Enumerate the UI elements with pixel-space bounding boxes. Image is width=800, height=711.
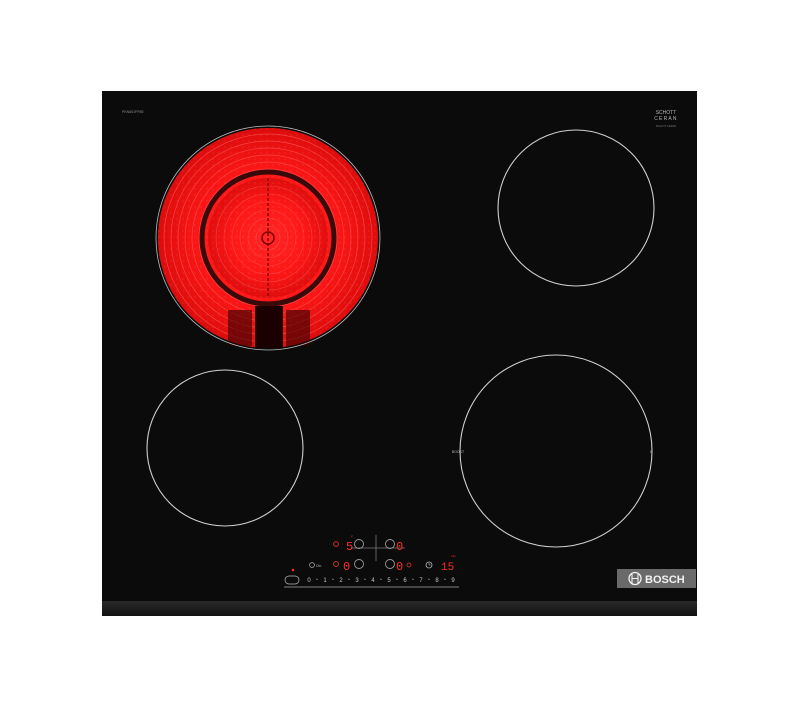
timer-label: min xyxy=(451,554,456,558)
display-right-bottom: 0 xyxy=(396,560,403,574)
extend-label: II xyxy=(650,449,652,454)
model-label: PKN651FP8E xyxy=(122,110,144,114)
brand-name: BOSCH xyxy=(645,574,685,586)
glass-brand-line3: SCHOTT CERAN xyxy=(656,124,677,128)
slider-sep: • xyxy=(412,577,414,583)
timer-display: 15 xyxy=(441,562,454,574)
status-indicator-dot xyxy=(291,568,295,572)
slider-sep: • xyxy=(396,577,398,583)
slider-sep: • xyxy=(332,577,334,583)
slider-sep: • xyxy=(316,577,318,583)
cooktop-front-edge xyxy=(102,601,697,616)
brand-badge: BOSCH xyxy=(617,569,696,588)
cooktop-scene: PKN651FP8E SCHOTT CERAN SCHOTT CERAN BOO… xyxy=(102,91,697,616)
slider-sep: • xyxy=(428,577,430,583)
glass-brand-line2: CERAN xyxy=(654,116,678,122)
display-right-top: 0 xyxy=(396,540,403,554)
zone-terminal-block xyxy=(255,306,283,348)
slider-sep: • xyxy=(348,577,350,583)
display-left-top: 5 xyxy=(346,540,353,554)
display-left-bottom: 0 xyxy=(343,560,350,574)
boost-label: BOOST xyxy=(452,450,465,454)
slider-sep: • xyxy=(364,577,366,583)
slider-sep: • xyxy=(444,577,446,583)
power-label: On xyxy=(316,563,321,568)
slider-sep: • xyxy=(380,577,382,583)
